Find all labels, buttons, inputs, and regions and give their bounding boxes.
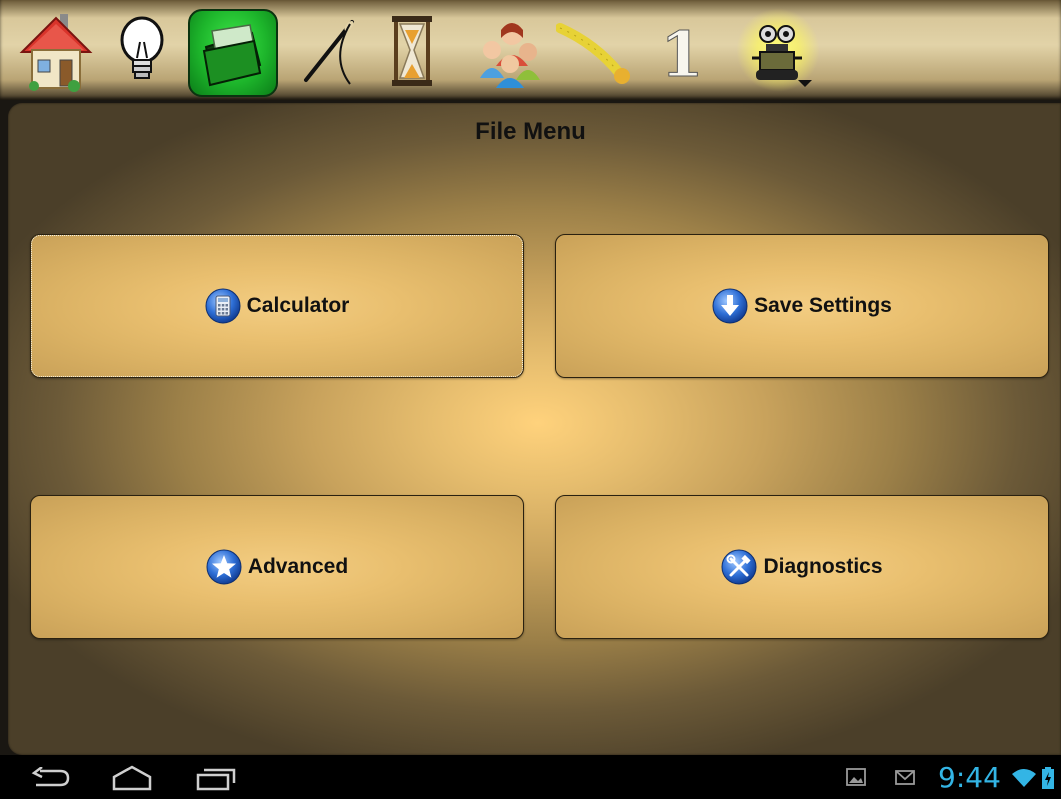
- wifi-icon: [1012, 769, 1036, 787]
- needle-thread-icon[interactable]: [292, 8, 376, 92]
- page-title: File Menu: [475, 118, 586, 145]
- clock: 9:44: [938, 761, 1001, 794]
- save-settings-label: Save Settings: [754, 294, 892, 317]
- gallery-icon: [846, 768, 866, 786]
- wrench-hammer-icon: [721, 549, 757, 585]
- advanced-button[interactable]: Advanced: [30, 495, 524, 639]
- advanced-label: Advanced: [247, 555, 349, 578]
- recent-apps-icon[interactable]: [196, 767, 236, 791]
- svg-text:1: 1: [660, 18, 703, 91]
- hourglass-icon[interactable]: [370, 8, 454, 92]
- file-menu-panel: File Menu Calculator Save Settings Advan…: [8, 103, 1061, 755]
- people-icon[interactable]: [468, 8, 552, 92]
- system-navigation-bar: 9:44: [0, 755, 1061, 799]
- gmail-icon: [895, 770, 915, 785]
- calculator-button[interactable]: Calculator: [30, 234, 524, 378]
- diagnostics-button[interactable]: Diagnostics: [555, 495, 1049, 639]
- robot-dropdown-indicator[interactable]: [798, 80, 812, 87]
- diagnostics-label: Diagnostics: [763, 555, 883, 578]
- app-toolbar: 1: [0, 0, 1061, 100]
- folder-icon[interactable]: [188, 9, 278, 97]
- lightbulb-icon[interactable]: [108, 8, 192, 92]
- back-icon[interactable]: [30, 767, 72, 789]
- calculator-icon: [205, 288, 241, 324]
- save-settings-button[interactable]: Save Settings: [555, 234, 1049, 378]
- number-one-icon[interactable]: 1: [646, 8, 730, 92]
- star-icon: [206, 549, 242, 585]
- battery-charging-icon: [1042, 767, 1054, 789]
- calculator-label: Calculator: [246, 294, 350, 317]
- download-arrow-icon: [712, 288, 748, 324]
- house-icon[interactable]: [14, 8, 98, 92]
- measuring-tape-icon[interactable]: [556, 8, 640, 92]
- home-icon[interactable]: [112, 765, 152, 791]
